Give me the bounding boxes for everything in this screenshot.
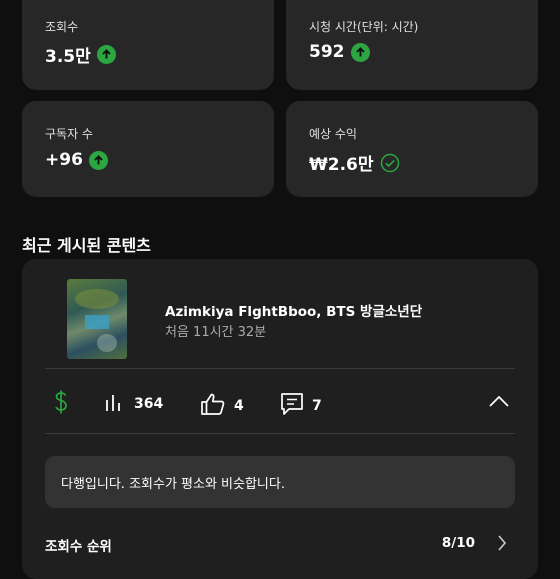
video-subtitle: 처음 11시간 32분 [165, 325, 267, 340]
collapse-button[interactable] [488, 394, 510, 412]
thumbs-up-icon [200, 392, 226, 420]
comments-stat[interactable]: 7 [280, 392, 322, 420]
metric-label: 예상 수익 [309, 127, 357, 141]
section-title: 최근 게시된 콘텐츠 [22, 236, 151, 255]
divider [45, 368, 515, 369]
metric-value: 592 [309, 42, 345, 62]
arrow-up-icon [88, 150, 108, 170]
check-circle-icon [380, 153, 400, 173]
arrow-up-icon [350, 42, 370, 62]
metric-label: 조회수 [45, 20, 79, 34]
rank-label: 조회수 순위 [45, 539, 112, 555]
metric-card-watch-time[interactable]: 시청 시간(단위: 시간) 592 [286, 0, 538, 90]
comment-icon [280, 392, 304, 420]
metric-card-revenue[interactable]: 예상 수익 ₩2.6만 [286, 101, 538, 197]
likes-count: 4 [234, 398, 244, 414]
chevron-up-icon [488, 394, 510, 412]
metric-label: 구독자 수 [45, 127, 93, 141]
chevron-right-icon [497, 534, 507, 556]
divider [45, 433, 515, 434]
comments-count: 7 [312, 398, 322, 414]
arrow-up-icon [96, 45, 116, 64]
views-stat[interactable]: 364 [104, 392, 163, 416]
bar-chart-icon [104, 392, 126, 416]
revenue-stat[interactable] [52, 389, 70, 419]
metric-value-row: +96 [45, 150, 108, 170]
metric-value: +96 [45, 150, 83, 170]
metric-value-row: 3.5만 [45, 42, 116, 67]
likes-stat[interactable]: 4 [200, 392, 244, 420]
metric-value-row: ₩2.6만 [309, 150, 400, 175]
metric-card-views[interactable]: 조회수 3.5만 [22, 0, 274, 90]
rank-value: 8/10 [441, 535, 475, 551]
notice-text: 다행입니다. 조회수가 평소와 비슷합니다. [61, 477, 285, 492]
video-thumbnail[interactable] [67, 279, 127, 359]
metric-value: ₩2.6만 [309, 155, 374, 175]
performance-notice: 다행입니다. 조회수가 평소와 비슷합니다. [45, 456, 515, 508]
dollar-icon [52, 389, 70, 419]
metric-value-row: 592 [309, 42, 370, 62]
metric-value: 3.5만 [45, 47, 91, 67]
video-title[interactable]: Azimkiya FlghtBboo, BTS 방글소년단 [165, 300, 422, 320]
metric-label: 시청 시간(단위: 시간) [309, 20, 419, 34]
views-count: 364 [134, 396, 164, 412]
metric-card-subscribers[interactable]: 구독자 수 +96 [22, 101, 274, 197]
recent-content-card: Azimkiya FlghtBboo, BTS 방글소년단 처음 11시간 32… [22, 259, 538, 579]
